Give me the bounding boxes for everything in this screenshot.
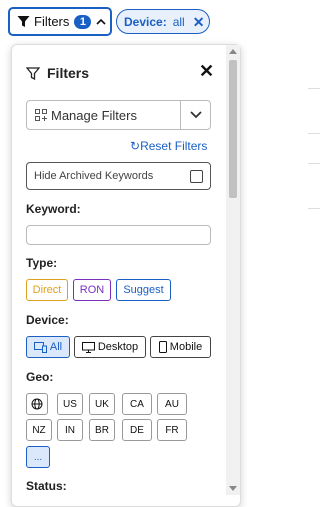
type-ron-button[interactable]: RON [73, 279, 111, 301]
dropdown-toggle[interactable] [180, 101, 210, 129]
panel-title-text: Filters [47, 65, 90, 81]
device-label: Device: [26, 313, 69, 327]
geo-label: Geo: [26, 370, 54, 384]
device-filter-chip: Device: all ✕ [116, 9, 210, 34]
device-all-button[interactable]: All [26, 336, 70, 358]
scroll-up-arrow[interactable] [229, 49, 237, 54]
geo-fr-button[interactable]: FR [157, 419, 187, 441]
manage-filters-label: Manage Filters [51, 107, 137, 123]
globe-icon [31, 398, 43, 410]
mobile-icon [158, 341, 167, 353]
type-direct-button[interactable]: Direct [26, 279, 68, 301]
top-filter-bar: Filters 1 Device: all ✕ [0, 0, 255, 44]
panel-scrollbar[interactable] [226, 45, 240, 495]
geo-more-button[interactable]: ... [26, 446, 50, 468]
filters-panel: Filters ✕ Manage Filters ↻Reset Filters … [11, 44, 241, 507]
geo-uk-button[interactable]: UK [89, 393, 115, 415]
manage-filters-icon [35, 109, 47, 121]
active-filter-count-badge: 1 [74, 14, 92, 29]
device-mobile-button[interactable]: Mobile [150, 336, 211, 358]
scrollbar-thumb[interactable] [229, 60, 237, 198]
funnel-outline-icon [26, 66, 40, 80]
remove-chip-icon[interactable]: ✕ [193, 15, 205, 29]
device-mobile-label: Mobile [169, 341, 203, 353]
chevron-down-icon [189, 111, 202, 119]
type-label: Type: [26, 256, 58, 270]
status-label: Status: [26, 479, 67, 493]
geo-br-button[interactable]: BR [89, 419, 115, 441]
device-desktop-button[interactable]: Desktop [74, 336, 146, 358]
filters-toggle-button[interactable]: Filters 1 [8, 7, 112, 36]
close-icon[interactable]: ✕ [199, 61, 214, 82]
keyword-label: Keyword: [26, 202, 81, 216]
geo-au-button[interactable]: AU [157, 393, 187, 415]
geo-in-button[interactable]: IN [57, 419, 83, 441]
geo-us-button[interactable]: US [57, 393, 83, 415]
geo-global-button[interactable] [26, 393, 48, 415]
device-chip-key: Device: [124, 14, 167, 29]
chevron-up-icon [96, 18, 106, 25]
funnel-icon [17, 15, 30, 27]
hide-archived-toggle[interactable]: Hide Archived Keywords [26, 162, 211, 190]
reset-filters-link[interactable]: ↻Reset Filters [130, 139, 207, 153]
desktop-icon [81, 341, 95, 353]
hide-archived-label: Hide Archived Keywords [34, 170, 154, 182]
type-suggest-button[interactable]: Suggest [116, 279, 171, 301]
device-all-label: All [49, 341, 63, 353]
reset-icon: ↻ [130, 139, 141, 153]
geo-ca-button[interactable]: CA [122, 393, 152, 415]
geo-de-button[interactable]: DE [122, 419, 152, 441]
devices-icon [33, 341, 47, 353]
hide-archived-checkbox[interactable] [190, 170, 203, 183]
device-chip-value: all [172, 14, 185, 29]
scroll-down-arrow[interactable] [229, 486, 237, 491]
reset-filters-label: Reset Filters [140, 139, 208, 153]
panel-title: Filters [26, 65, 89, 81]
geo-nz-button[interactable]: NZ [26, 419, 52, 441]
device-desktop-label: Desktop [97, 341, 139, 353]
manage-filters-select[interactable]: Manage Filters [26, 100, 211, 130]
keyword-input[interactable] [26, 225, 211, 245]
filters-button-label: Filters [34, 14, 70, 29]
